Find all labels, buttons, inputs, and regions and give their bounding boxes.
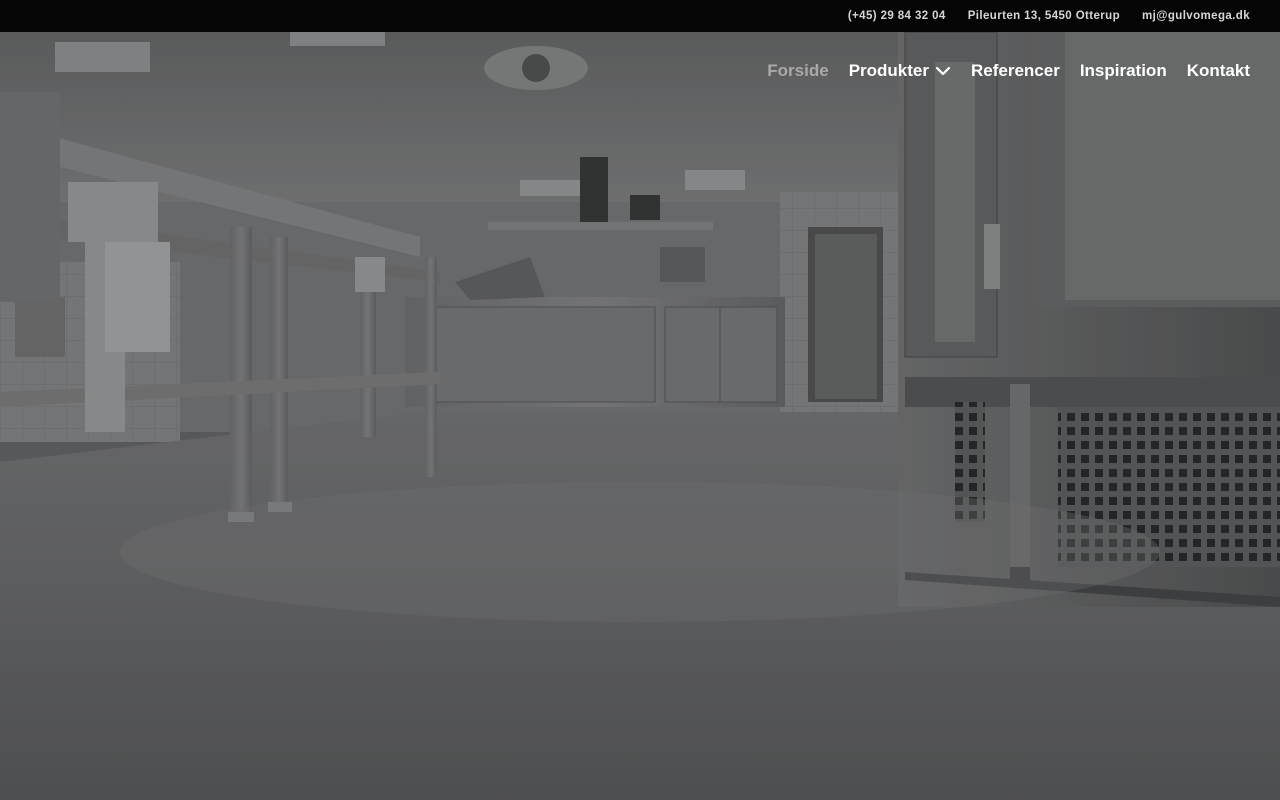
nav-item-forside[interactable]: Forside xyxy=(767,61,828,81)
nav-item-label: Produkter xyxy=(848,61,929,80)
main-nav: Forside Produkter Referencer Inspiration… xyxy=(767,58,1250,84)
address-text: Pileurten 13, 5450 Otterup xyxy=(967,10,1121,22)
nav-item-produkter[interactable]: Produkter xyxy=(849,61,951,81)
nav-item-label: Referencer xyxy=(970,61,1060,80)
kitchen-photo xyxy=(0,32,1280,800)
nav-item-label: Inspiration xyxy=(1079,61,1167,80)
nav-item-kontakt[interactable]: Kontakt xyxy=(1187,61,1250,81)
nav-item-label: Kontakt xyxy=(1186,61,1250,80)
hero-image xyxy=(0,32,1280,800)
contact-bar: (+45) 29 84 32 04 Pileurten 13, 5450 Ott… xyxy=(0,0,1280,32)
nav-item-label: Forside xyxy=(767,61,829,80)
phone-link[interactable]: (+45) 29 84 32 04 xyxy=(848,10,946,22)
email-link[interactable]: mj@gulvomega.dk xyxy=(1142,10,1250,22)
nav-item-referencer[interactable]: Referencer xyxy=(971,61,1060,81)
chevron-down-icon xyxy=(935,66,951,76)
nav-item-inspiration[interactable]: Inspiration xyxy=(1080,61,1167,81)
